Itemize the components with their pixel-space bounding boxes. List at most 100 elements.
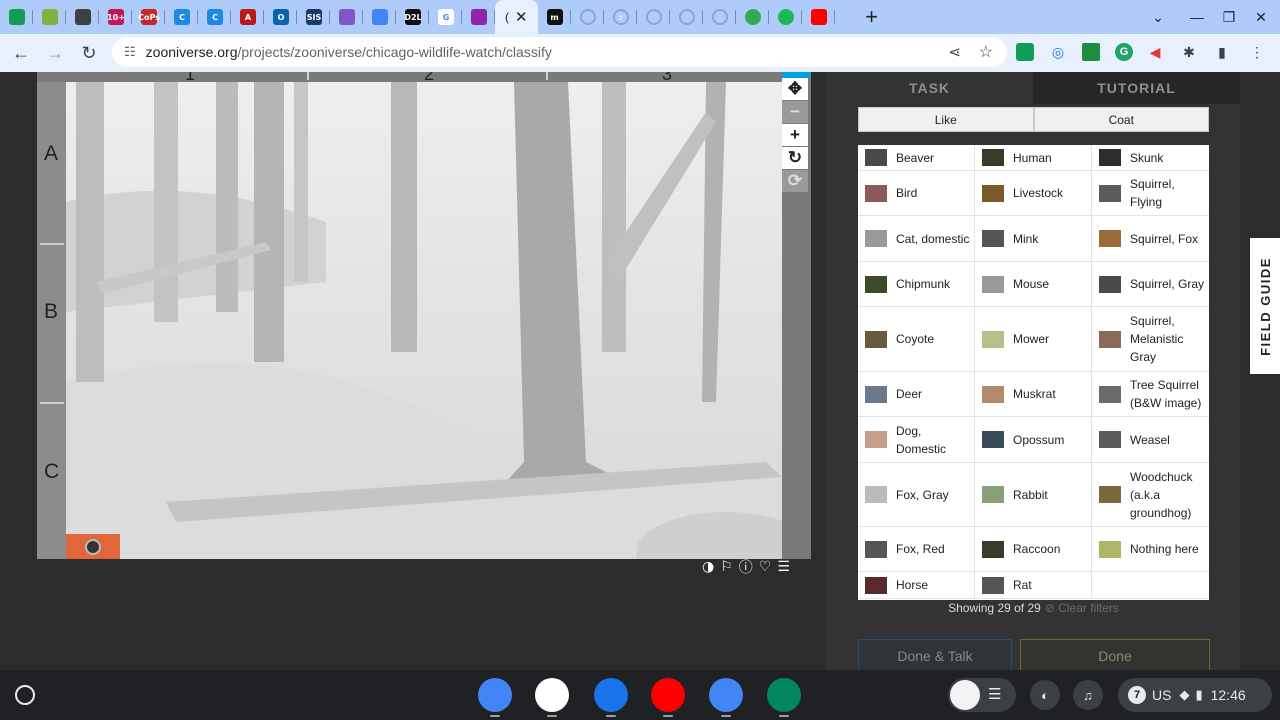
species-choice[interactable]: Skunk [1092,145,1209,170]
zoom-in-icon[interactable]: + [782,124,808,146]
browser-menu-icon[interactable]: ⋮ [1248,43,1266,61]
site-info-icon[interactable]: ☷ [124,44,136,60]
species-choice[interactable]: Tree Squirrel (B&W image) [1092,372,1209,416]
browser-tab[interactable] [571,0,604,34]
species-choice[interactable]: Squirrel, Gray [1092,262,1209,306]
species-choice[interactable]: Fox, Red [858,527,975,571]
browser-tab[interactable]: A [231,0,264,34]
browser-tab[interactable]: G [429,0,462,34]
browser-tab[interactable]: SIS [297,0,330,34]
browser-tab[interactable] [637,0,670,34]
species-choice[interactable]: Dog, Domestic [858,417,975,462]
minimize-icon[interactable]: — [1180,0,1214,34]
browser-tab[interactable] [736,0,769,34]
species-choice[interactable]: Fox, Gray [858,463,975,526]
species-choice[interactable]: Squirrel, Flying [1092,171,1209,215]
move-icon[interactable]: ✥ [782,78,808,100]
files-app-icon[interactable] [594,678,628,712]
bookmark-star-icon[interactable]: ☆ [979,42,993,62]
collections-list-icon[interactable]: ☰ [777,559,790,575]
filter-coat-button[interactable]: Coat [1033,107,1209,132]
species-choice[interactable]: Weasel [1092,417,1209,462]
play-store-app-icon[interactable] [767,678,801,712]
chrome-app-icon[interactable] [478,678,512,712]
tab-tutorial[interactable]: TUTORIAL [1033,72,1240,104]
youtube-app-icon[interactable] [651,678,685,712]
back-arrow-icon[interactable]: ← [4,36,38,70]
browser-tab[interactable] [703,0,736,34]
extension-cast-icon[interactable] [1082,43,1100,61]
browser-tab[interactable]: C [198,0,231,34]
flag-icon[interactable]: ⚐ [720,559,733,575]
extension-megaphone-icon[interactable]: ◀ [1146,43,1164,61]
side-panel-icon[interactable]: ▮ [1213,43,1231,61]
holding-space[interactable]: ☰ [948,678,1016,712]
share-icon[interactable]: ⋖ [948,43,961,61]
species-choice[interactable]: Rat [975,572,1092,598]
tab-close-icon[interactable]: ✕ [515,8,528,26]
browser-tab[interactable]: D2L [396,0,429,34]
browser-tab[interactable]: C [165,0,198,34]
tab-search-chevron-icon[interactable]: ⌄ [1141,0,1175,34]
reset-icon[interactable]: ⟳ [782,170,808,192]
browser-tab[interactable] [33,0,66,34]
species-choice[interactable]: Beaver [858,145,975,170]
filter-like-button[interactable]: Like [858,107,1034,132]
browser-tab[interactable]: O [264,0,297,34]
extensions-puzzle-icon[interactable]: ✱ [1180,43,1198,61]
species-choice[interactable]: Coyote [858,307,975,371]
reload-icon[interactable]: ↻ [72,36,106,70]
species-choice[interactable]: Horse [858,572,975,598]
species-choice[interactable]: Cat, domestic [858,216,975,261]
browser-tab[interactable] [769,0,802,34]
field-guide-button[interactable]: FIELD GUIDE [1250,238,1280,374]
browser-tab[interactable]: CoPs [132,0,165,34]
restore-icon[interactable]: ❐ [1212,0,1246,34]
zoom-out-icon[interactable]: − [782,101,808,123]
species-choice[interactable]: Mouse [975,262,1092,306]
address-bar[interactable]: ☷ zooniverse.org/projects/zooniverse/chi… [112,37,1007,67]
species-choice[interactable]: Chipmunk [858,262,975,306]
species-choice[interactable]: Woodchuck (a.k.a groundhog) [1092,463,1209,526]
done-button[interactable]: Done [1020,639,1210,670]
mute-icon[interactable]: ◐ [1030,680,1060,710]
invert-icon[interactable]: ◑ [702,559,714,575]
clear-filters-link[interactable]: ⊘ Clear filters [1045,601,1119,615]
rotate-icon[interactable]: ↻ [782,147,808,169]
close-window-icon[interactable]: ✕ [1244,0,1278,34]
new-tab-button[interactable]: + [857,0,887,34]
browser-tab[interactable] [0,0,33,34]
media-controls-icon[interactable]: ♫ [1073,680,1103,710]
species-choice[interactable]: Mink [975,216,1092,261]
browser-tab[interactable] [66,0,99,34]
browser-tab[interactable]: 10+ [99,0,132,34]
browser-tab[interactable] [670,0,703,34]
species-choice[interactable]: Squirrel, Melanistic Gray [1092,307,1209,371]
browser-tab[interactable]: : [604,0,637,34]
done-and-talk-button[interactable]: Done & Talk [858,639,1012,670]
camera-trap-image[interactable] [66,82,782,559]
browser-tab[interactable] [363,0,396,34]
species-choice[interactable]: Bird [858,171,975,215]
species-choice[interactable]: Mower [975,307,1092,371]
gmail-app-icon[interactable] [535,678,569,712]
species-choice[interactable]: Human [975,145,1092,170]
browser-tab[interactable] [802,0,835,34]
info-icon[interactable]: ⓘ [739,557,753,577]
status-area[interactable]: 7 US ◆ ▮ 12:46 [1118,678,1272,712]
species-choice[interactable]: Raccoon [975,527,1092,571]
extension-grammarly-icon[interactable]: G [1115,43,1133,61]
species-choice[interactable]: Nothing here [1092,527,1209,571]
species-choice[interactable]: Opossum [975,417,1092,462]
favorite-heart-icon[interactable]: ♡ [759,559,772,575]
species-choice[interactable]: Livestock [975,171,1092,215]
browser-tab[interactable]: m [538,0,571,34]
launcher-icon[interactable] [15,685,35,705]
species-choice[interactable]: Deer [858,372,975,416]
extension-classroom-icon[interactable] [1016,43,1034,61]
browser-tab[interactable] [330,0,363,34]
species-choice[interactable]: Squirrel, Fox [1092,216,1209,261]
browser-tab[interactable] [462,0,495,34]
docs-app-icon[interactable] [709,678,743,712]
tab-task[interactable]: TASK [826,72,1033,104]
